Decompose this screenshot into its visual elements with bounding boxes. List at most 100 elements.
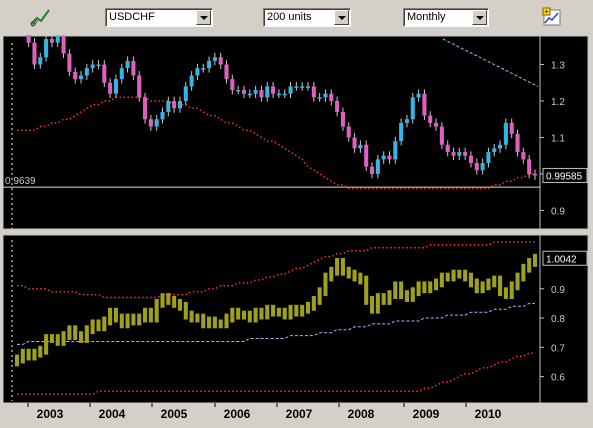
chart-toolbar: USDCHF 200 units Monthly — [0, 0, 593, 34]
price-axis-tick-label: 1.1 — [551, 133, 565, 144]
osc-bar — [73, 325, 78, 340]
draw-tool-icon[interactable] — [28, 5, 52, 29]
osc-bar — [143, 307, 148, 323]
osc-bar — [177, 299, 183, 311]
candle-body — [422, 93, 427, 116]
osc-bar — [410, 287, 415, 302]
chart-canvas[interactable]: 0.9639 1.31.21.110.90.995850.90.80.70.61… — [2, 23, 591, 404]
osc-bar — [282, 307, 287, 320]
osc-bar — [480, 281, 485, 294]
osc-bar — [189, 310, 194, 323]
candle-body — [503, 122, 508, 145]
candle-body — [509, 122, 514, 134]
candle-body — [434, 122, 439, 127]
osc-bar — [358, 272, 363, 285]
candle-body — [387, 155, 392, 160]
period-select[interactable]: Monthly — [403, 8, 489, 27]
osc-bar — [55, 334, 60, 346]
osc-bar — [96, 319, 101, 332]
chevron-down-icon[interactable] — [334, 10, 349, 25]
osc-bar — [44, 334, 49, 355]
candle-body — [177, 101, 183, 109]
candle-body — [195, 68, 200, 76]
chart-settings-icon[interactable] — [540, 5, 564, 29]
x-axis-year-label: 2009 — [413, 407, 440, 421]
candle-body — [410, 97, 415, 120]
candle-body — [323, 93, 328, 98]
candle-body — [259, 90, 264, 98]
x-axis: 2003 2004 2005 2006 2007 2008 2009 2010 — [0, 403, 593, 423]
osc-bar — [503, 287, 508, 300]
osc-bar — [195, 313, 200, 323]
candle-body — [236, 90, 241, 92]
candle-body — [364, 144, 369, 167]
osc-bar — [439, 272, 444, 288]
osc-bar — [259, 307, 264, 320]
units-select[interactable]: 200 units — [263, 8, 351, 27]
candle-body — [26, 28, 31, 43]
candle-body — [189, 75, 194, 87]
osc-bar — [515, 272, 520, 291]
osc-bar — [492, 275, 497, 288]
osc-bar — [393, 281, 398, 300]
osc-bar — [26, 348, 31, 361]
candle-body — [404, 119, 409, 123]
osc-bar — [335, 258, 340, 276]
osc-bar — [399, 281, 404, 300]
osc-bar — [247, 310, 252, 323]
candle-body — [288, 86, 293, 94]
candle-body — [247, 93, 252, 96]
candle-body — [498, 144, 503, 149]
candle-body — [463, 152, 468, 156]
osc-bar — [154, 299, 159, 323]
candle-body — [300, 86, 305, 88]
candle-body — [67, 53, 72, 72]
osc-bar — [172, 296, 177, 308]
candle-body — [201, 68, 206, 70]
osc-bar — [509, 281, 514, 300]
osc-bar — [14, 354, 20, 367]
osc-bar — [422, 281, 427, 294]
osc-bar — [445, 272, 450, 282]
candle-body — [265, 86, 270, 98]
candle-body — [143, 97, 148, 120]
osc-bar — [218, 319, 223, 329]
candle-body — [515, 133, 520, 153]
osc-bar — [224, 313, 229, 329]
price-axis-tick-label: 1.2 — [551, 97, 565, 108]
symbol-select[interactable]: USDCHF — [105, 8, 213, 27]
candle-body — [294, 86, 299, 88]
candle-body — [346, 126, 351, 138]
osc-bar — [230, 307, 235, 323]
candle-body — [271, 86, 276, 94]
osc-bar — [311, 296, 316, 311]
candle-body — [44, 39, 49, 58]
candle-body — [428, 115, 433, 123]
osc-panel-frame — [2, 234, 541, 404]
osc-bar — [108, 307, 113, 326]
osc-bar — [474, 278, 479, 294]
osc-bar — [125, 313, 130, 329]
candle-body — [492, 148, 497, 153]
candle-body — [381, 155, 386, 160]
x-axis-year-label: 2006 — [224, 407, 251, 421]
chevron-down-icon[interactable] — [472, 10, 487, 25]
osc-bar — [340, 258, 345, 276]
candle-body — [393, 141, 398, 160]
osc-bar — [137, 313, 142, 326]
osc-bar — [32, 348, 37, 361]
chevron-down-icon[interactable] — [196, 10, 211, 25]
candle-body — [241, 90, 247, 94]
candle-body — [212, 57, 217, 61]
candle-body — [276, 93, 281, 96]
candle-body — [474, 163, 479, 171]
candle-body — [532, 173, 538, 176]
osc-bar — [463, 269, 468, 282]
price-panel-frame — [2, 35, 541, 230]
osc-axis-tick-label: 0.6 — [551, 373, 565, 384]
osc-bar — [329, 266, 334, 282]
osc-bar — [113, 307, 118, 323]
candle-body — [468, 155, 474, 163]
osc-bar — [387, 290, 392, 305]
chart-area[interactable]: 0.9639 1.31.21.110.90.995850.90.80.70.61… — [2, 23, 591, 404]
